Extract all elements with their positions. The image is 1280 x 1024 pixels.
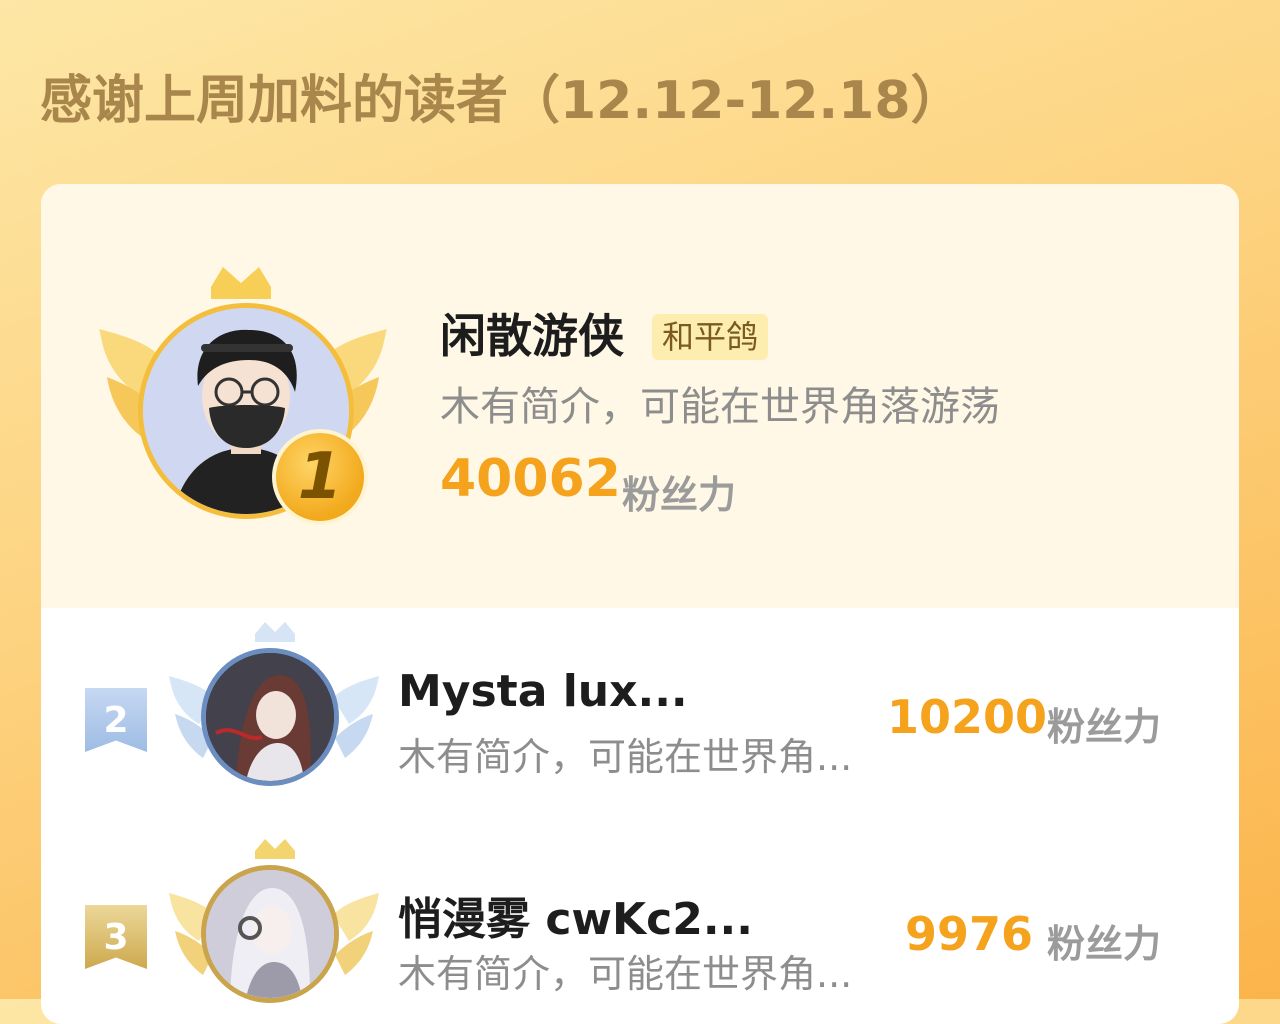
page-title: 感谢上周加料的读者（12.12-12.18）	[40, 71, 963, 131]
rank-2-avatar[interactable]	[201, 648, 339, 786]
first-place-username[interactable]: 闲散游侠	[440, 300, 624, 366]
rank-3-score: 9976	[904, 907, 1033, 961]
rank-3-username[interactable]: 悄漫雾 cwKc2...	[398, 883, 753, 947]
first-place-section[interactable]: 1 闲散游侠 和平鸽 木有简介，可能在世界角落游荡 40062 粉丝力	[41, 184, 1239, 608]
first-place-avatar-group[interactable]: 1	[99, 259, 399, 529]
list-item[interactable]: 2 Mysta lux... 木有简介，可能在世界角... 10200 粉丝力	[41, 622, 1239, 822]
score-label: 粉丝力	[1047, 922, 1162, 966]
rank-3-bio: 木有简介，可能在世界角...	[398, 952, 853, 996]
rank-2-flag: 2	[85, 688, 147, 752]
rank-2-username[interactable]: Mysta lux...	[398, 666, 688, 717]
rank-1-medal: 1	[272, 429, 368, 525]
score-label: 粉丝力	[1047, 705, 1162, 749]
list-item[interactable]: 3 悄漫雾 cwKc2... 木有简介，可能在世界角... 9976 粉丝力	[41, 839, 1239, 1024]
rank-2-score: 10200	[887, 690, 1048, 744]
first-place-score: 40062	[440, 449, 621, 509]
user-avatar-illustration	[206, 653, 334, 781]
first-place-bio: 木有简介，可能在世界角落游荡	[440, 384, 1000, 430]
user-avatar-illustration	[206, 870, 334, 998]
user-title-badge: 和平鸽	[652, 314, 769, 360]
rank-3-avatar[interactable]	[201, 865, 339, 1003]
rank-2-bio: 木有简介，可能在世界角...	[398, 735, 853, 779]
leaderboard-card: 1 闲散游侠 和平鸽 木有简介，可能在世界角落游荡 40062 粉丝力 2 My…	[41, 184, 1239, 1024]
score-label: 粉丝力	[622, 473, 737, 517]
rank-3-flag: 3	[85, 905, 147, 969]
